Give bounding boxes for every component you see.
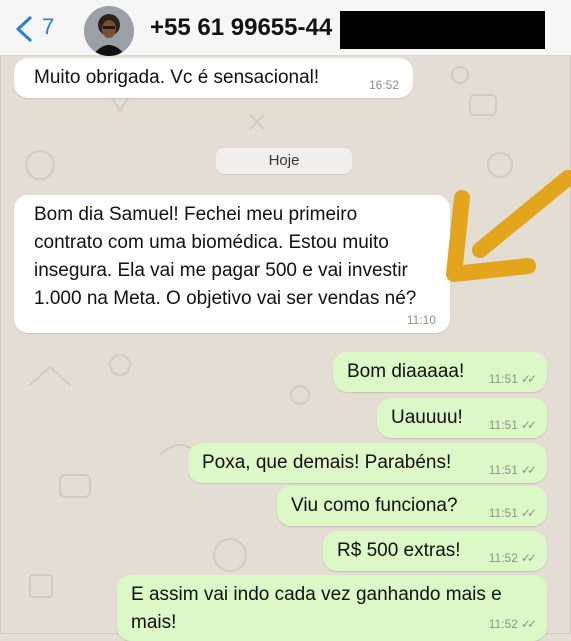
message-text: Poxa, que demais! Parabéns! xyxy=(202,452,452,473)
message-time: 11:52 xyxy=(488,617,518,631)
message-meta: 11:51 ✓✓ xyxy=(488,506,537,520)
message-bubble-outgoing[interactable]: Bom diaaaaa! 11:51 ✓✓ xyxy=(333,352,547,392)
message-time: 16:52 xyxy=(368,78,399,92)
message-time: 11:10 xyxy=(406,313,436,327)
message-text: Uauuuu! xyxy=(391,407,463,428)
unread-count[interactable]: 7 xyxy=(42,14,54,40)
message-bubble-outgoing[interactable]: Uauuuu! 11:51 ✓✓ xyxy=(377,398,547,438)
message-bubble-incoming[interactable]: Muito obrigada. Vc é sensacional! 16:52 xyxy=(14,58,413,98)
message-text: R$ 500 extras! xyxy=(337,540,461,561)
message-text: Muito obrigada. Vc é sensacional! xyxy=(34,67,320,88)
message-time: 11:51 xyxy=(488,372,518,386)
redaction-block xyxy=(340,11,545,49)
message-meta: 11:52 ✓✓ xyxy=(488,617,537,631)
message-text-line: mais! xyxy=(131,612,177,633)
message-text: Bom diaaaaa! xyxy=(347,361,465,382)
message-text-line: 1.000 na Meta. O objetivo vai ser vendas… xyxy=(34,288,417,309)
message-meta: 11:51 ✓✓ xyxy=(488,463,537,477)
avatar[interactable] xyxy=(84,6,134,56)
double-check-icon: ✓✓ xyxy=(520,617,537,631)
message-time: 11:52 xyxy=(488,551,518,565)
double-check-icon: ✓✓ xyxy=(520,418,537,432)
message-text-line: contrato com uma biomédica. Estou muito xyxy=(34,232,389,253)
message-bubble-outgoing[interactable]: Poxa, que demais! Parabéns! 11:51 ✓✓ xyxy=(188,443,547,483)
message-time: 11:51 xyxy=(488,463,518,477)
message-meta: 11:51 ✓✓ xyxy=(488,418,537,432)
message-text: Viu como funciona? xyxy=(291,495,458,516)
message-time: 11:51 xyxy=(488,506,518,520)
message-bubble-incoming[interactable]: Bom dia Samuel! Fechei meu primeiro cont… xyxy=(14,195,450,333)
double-check-icon: ✓✓ xyxy=(520,463,537,477)
chat-header: 7 +55 61 99655-44 xyxy=(0,0,571,56)
double-check-icon: ✓✓ xyxy=(520,372,537,386)
message-bubble-outgoing[interactable]: E assim vai indo cada vez ganhando mais … xyxy=(117,575,547,641)
message-time: 11:51 xyxy=(488,418,518,432)
annotation-arrow xyxy=(446,170,571,282)
message-bubble-outgoing[interactable]: R$ 500 extras! 11:52 ✓✓ xyxy=(323,531,547,571)
message-bubble-outgoing[interactable]: Viu como funciona? 11:51 ✓✓ xyxy=(277,486,547,526)
double-check-icon: ✓✓ xyxy=(520,551,537,565)
message-text-line: Bom dia Samuel! Fechei meu primeiro xyxy=(34,204,358,225)
date-separator: Hoje xyxy=(216,148,352,174)
contact-name[interactable]: +55 61 99655-44 xyxy=(150,14,332,42)
message-text-line: insegura. Ela vai me pagar 500 e vai inv… xyxy=(34,260,408,281)
message-meta: 11:51 ✓✓ xyxy=(488,372,537,386)
chevron-left-icon[interactable] xyxy=(10,12,40,46)
message-text-line: E assim vai indo cada vez ganhando mais … xyxy=(131,584,502,605)
double-check-icon: ✓✓ xyxy=(520,506,537,520)
message-meta: 11:52 ✓✓ xyxy=(488,551,537,565)
